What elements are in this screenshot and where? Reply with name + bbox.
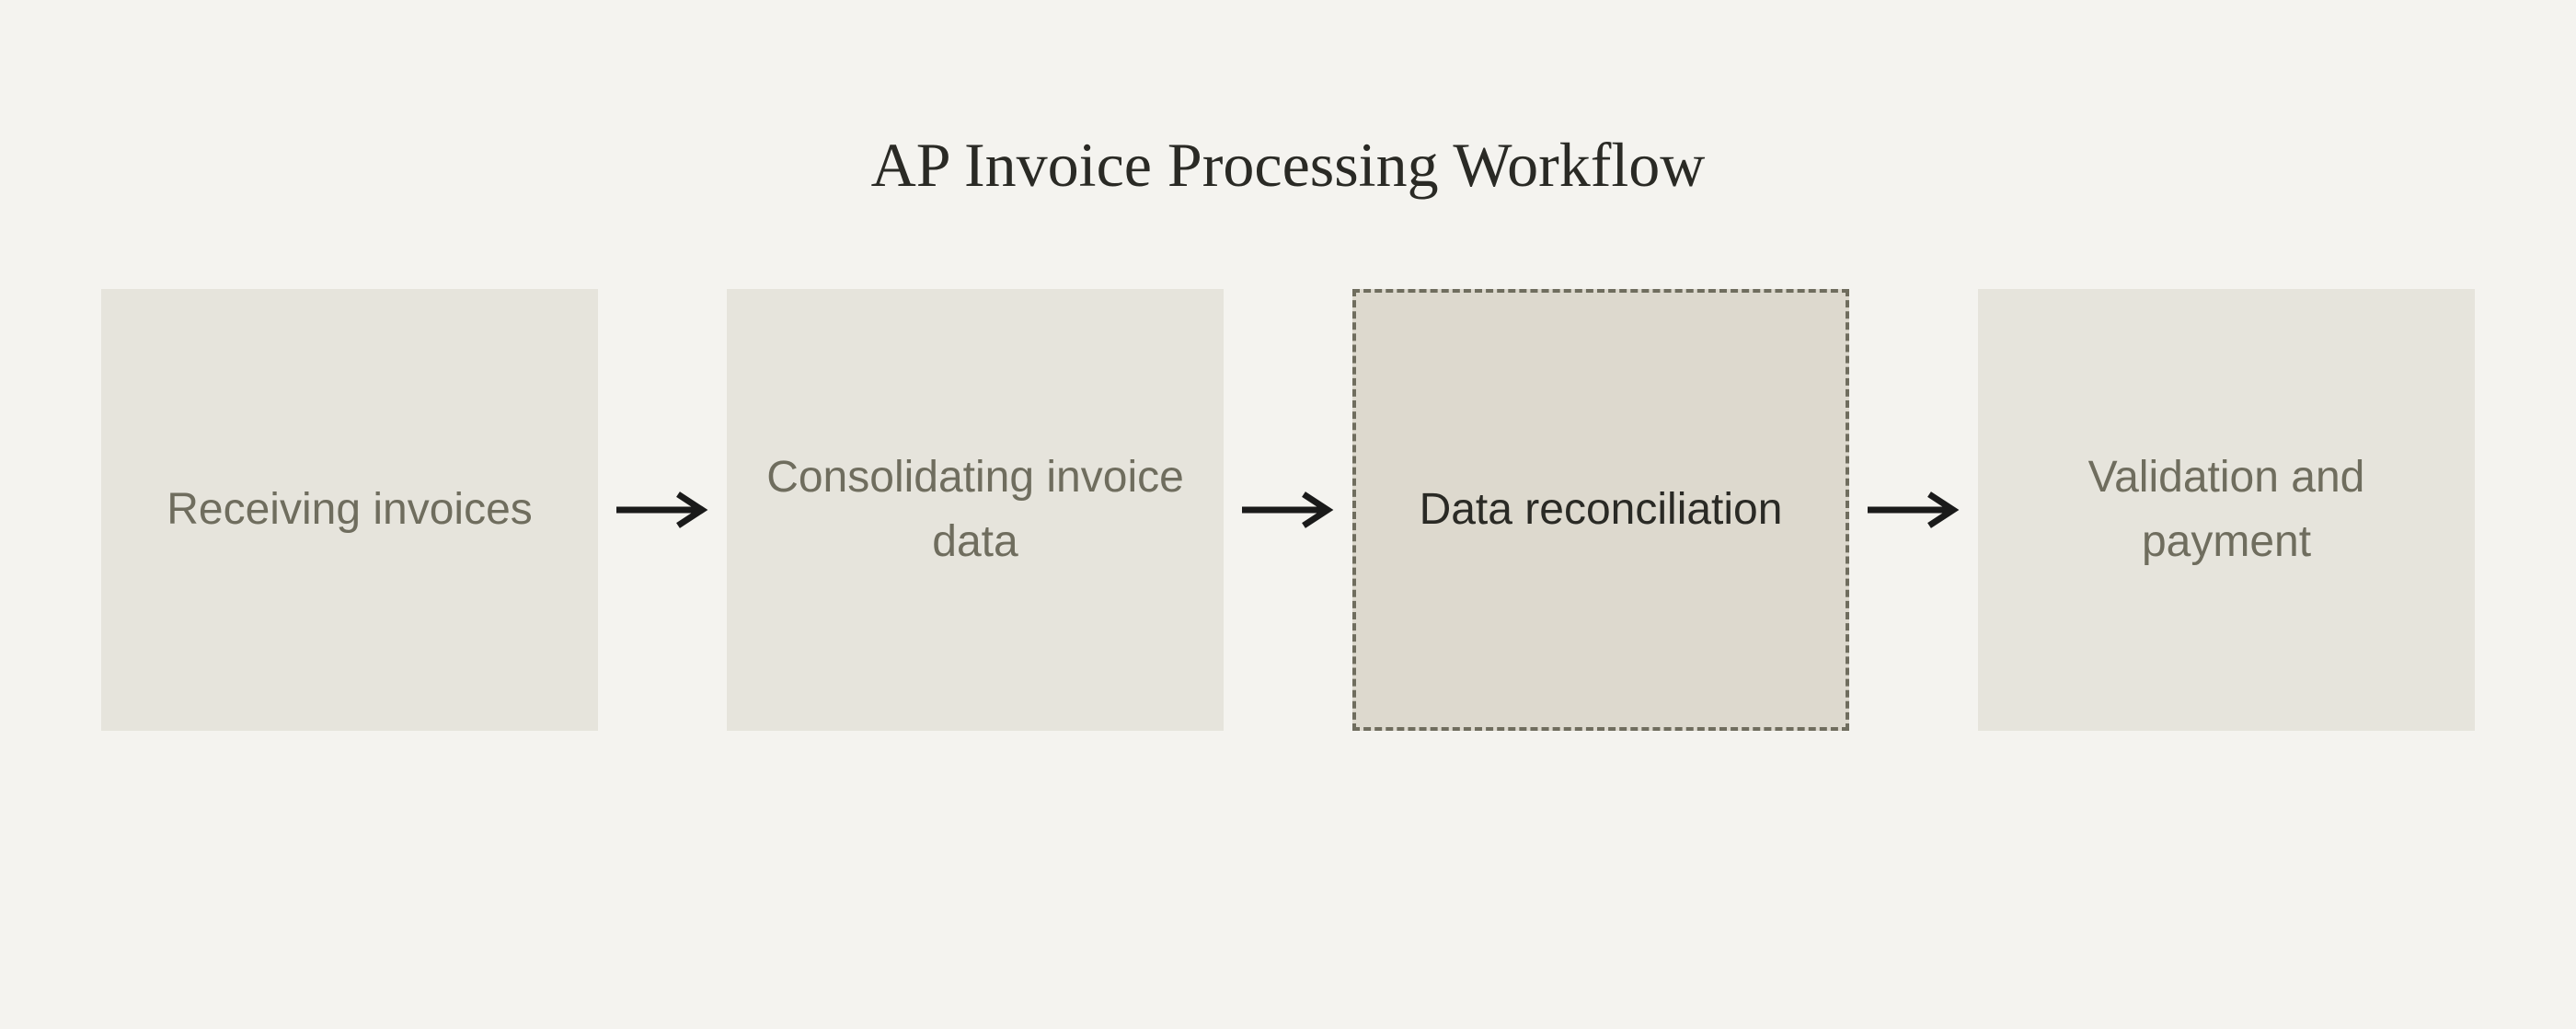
- workflow-step-reconciliation: Data reconciliation: [1352, 289, 1849, 731]
- arrow-icon: [1224, 487, 1352, 533]
- workflow-row: Receiving invoices Consolidating invoice…: [101, 289, 2475, 731]
- workflow-step-validation: Validation and payment: [1978, 289, 2475, 731]
- step-label: Consolidating invoice data: [764, 445, 1187, 573]
- diagram-title: AP Invoice Processing Workflow: [871, 129, 1706, 202]
- arrow-icon: [598, 487, 727, 533]
- step-label: Receiving invoices: [167, 478, 533, 542]
- arrow-icon: [1849, 487, 1978, 533]
- step-label: Validation and payment: [2015, 445, 2438, 573]
- step-label: Data reconciliation: [1420, 478, 1783, 542]
- workflow-step-consolidating: Consolidating invoice data: [727, 289, 1224, 731]
- workflow-step-receiving: Receiving invoices: [101, 289, 598, 731]
